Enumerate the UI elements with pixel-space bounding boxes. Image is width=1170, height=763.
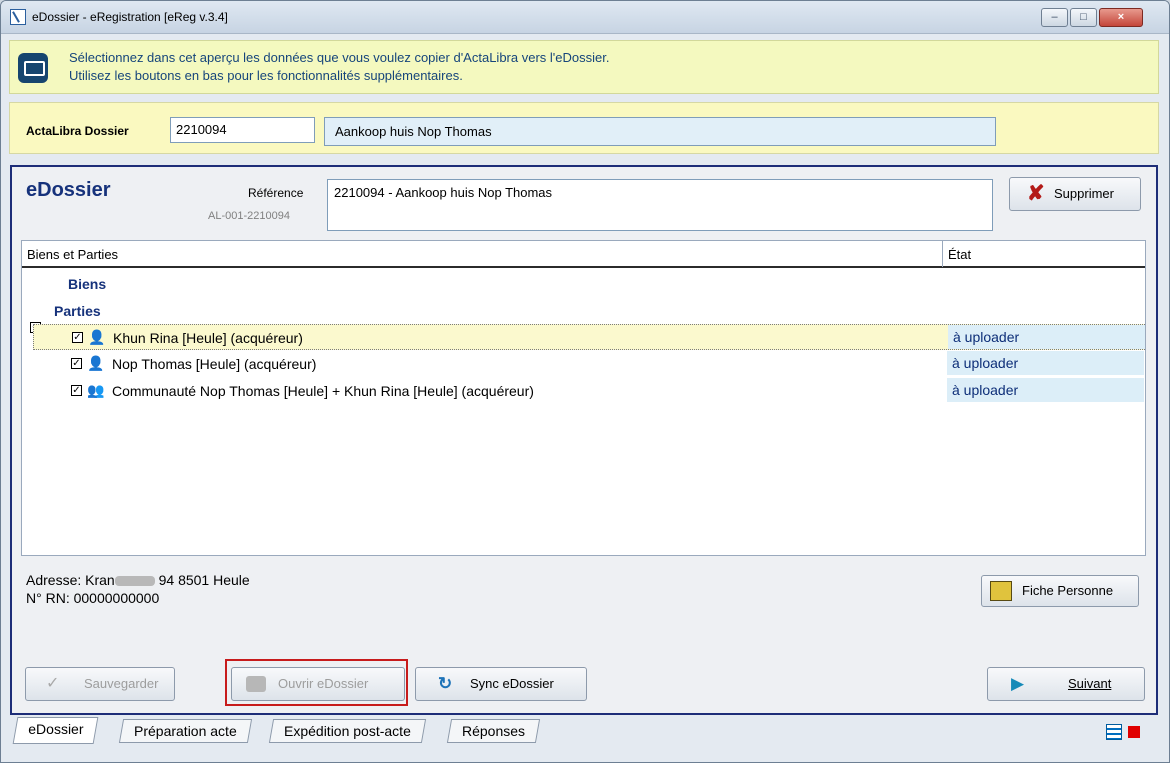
main-window: eDossier - eRegistration [eReg v.3.4] – … <box>0 0 1170 763</box>
column-header-state[interactable]: État <box>948 247 971 262</box>
delete-label: Supprimer <box>1054 186 1114 201</box>
tab-label: Expédition post-acte <box>284 723 411 739</box>
person-details: Adresse: Kran 94 8501 Heule N° RN: 00000… <box>21 560 1146 650</box>
play-icon: ▶ <box>1011 674 1025 693</box>
row-label: Nop Thomas [Heule] (acquéreur) <box>112 356 317 372</box>
tree-node-parties[interactable]: Parties <box>54 303 101 319</box>
title-bar: eDossier - eRegistration [eReg v.3.4] – … <box>1 1 1169 34</box>
next-button[interactable]: ▶ Suivant <box>987 667 1145 701</box>
address-suffix: 94 8501 Heule <box>154 572 250 588</box>
app-icon <box>10 9 26 25</box>
panel-title: eDossier <box>26 179 111 201</box>
delete-icon: ✘ <box>1027 182 1045 205</box>
address-text: Adresse: Kran 94 8501 Heule <box>26 572 250 588</box>
open-edossier-button[interactable]: Ouvrir eDossier <box>231 667 405 701</box>
person-record-button[interactable]: Fiche Personne <box>981 575 1139 607</box>
info-line-1: Sélectionnez dans cet aperçu les données… <box>69 50 610 65</box>
tree-row-party-1[interactable]: ✓ 👤 Khun Rina [Heule] (acquéreur) à uplo… <box>33 324 1145 350</box>
person-record-label: Fiche Personne <box>1022 583 1114 598</box>
maximize-button[interactable]: □ <box>1070 8 1097 27</box>
save-label: Sauvegarder <box>84 676 159 691</box>
row-state: à uploader <box>948 325 1145 349</box>
row-label: Khun Rina [Heule] (acquéreur) <box>113 330 303 346</box>
close-button[interactable]: × <box>1099 8 1143 27</box>
column-header-items[interactable]: Biens et Parties <box>27 247 118 262</box>
open-label: Ouvrir eDossier <box>278 676 369 691</box>
row-state: à uploader <box>947 378 1144 402</box>
checkbox[interactable]: ✓ <box>71 385 82 396</box>
row-state: à uploader <box>947 351 1144 375</box>
info-banner: Sélectionnez dans cet aperçu les données… <box>9 40 1159 94</box>
dossier-title-field: Aankoop huis Nop Thomas 🗁 <box>324 117 996 146</box>
refresh-icon: ↻ <box>438 674 453 693</box>
status-indicator-icon <box>1128 726 1140 738</box>
save-button[interactable]: ✓ Sauvegarder <box>25 667 175 701</box>
checkbox[interactable]: ✓ <box>72 332 83 343</box>
tab-label: eDossier <box>28 721 84 737</box>
dossier-title-text: Aankoop huis Nop Thomas <box>335 124 492 139</box>
row-label: Communauté Nop Thomas [Heule] + Khun Rin… <box>112 383 534 399</box>
column-separator <box>942 241 943 267</box>
delete-button[interactable]: ✘ Supprimer <box>1009 177 1141 211</box>
tree-row-party-3[interactable]: ✓ 👥 Communauté Nop Thomas [Heule] + Khun… <box>33 378 1145 404</box>
checkbox[interactable]: ✓ <box>71 358 82 369</box>
info-line-2: Utilisez les boutons en bas pour les fon… <box>69 68 463 83</box>
bottom-tabs: eDossier Préparation acte Expédition pos… <box>9 716 1161 744</box>
national-number: N° RN: 00000000000 <box>26 590 160 606</box>
person-card-icon <box>990 581 1012 601</box>
tab-preparation-acte[interactable]: Préparation acte <box>118 719 252 743</box>
person-icon: 👤 <box>88 329 106 345</box>
check-icon: ✓ <box>46 675 60 692</box>
reference-input[interactable]: 2210094 - Aankoop huis Nop Thomas <box>327 179 993 231</box>
couple-icon: 👥 <box>87 382 105 398</box>
redacted-street <box>114 576 155 587</box>
sync-edossier-button[interactable]: ↻ Sync eDossier <box>415 667 587 701</box>
list-icon[interactable] <box>1106 724 1122 740</box>
inbox-icon <box>246 676 266 692</box>
actalibra-dossier-label: ActaLibra Dossier <box>26 124 129 138</box>
tab-label: Préparation acte <box>134 723 237 739</box>
reference-label: Référence <box>248 186 304 200</box>
tab-expedition-post-acte[interactable]: Expédition post-acte <box>268 719 426 743</box>
address-prefix: Adresse: Kran <box>26 572 115 588</box>
tab-label: Réponses <box>462 723 526 739</box>
minimize-button[interactable]: – <box>1041 8 1068 27</box>
person-icon: 👤 <box>87 355 105 371</box>
actalibra-dossier-bar: ActaLibra Dossier 2210094 Aankoop huis N… <box>9 102 1159 154</box>
tab-edossier[interactable]: eDossier <box>12 717 99 744</box>
tree-node-biens[interactable]: Biens <box>68 276 106 292</box>
window-title: eDossier - eRegistration [eReg v.3.4] <box>32 10 228 24</box>
next-label: Suivant <box>1068 676 1112 691</box>
tab-reponses[interactable]: Réponses <box>446 719 541 743</box>
sync-label: Sync eDossier <box>470 676 554 691</box>
items-tree[interactable]: Biens et Parties État Biens − Parties ✓ … <box>21 240 1146 556</box>
tree-row-party-2[interactable]: ✓ 👤 Nop Thomas [Heule] (acquéreur) à upl… <box>33 351 1145 377</box>
edossier-panel: eDossier Référence AL-001-2210094 221009… <box>10 165 1158 715</box>
inbox-icon <box>18 53 48 83</box>
reference-code: AL-001-2210094 <box>208 210 290 222</box>
dossier-number-input[interactable]: 2210094 <box>170 117 315 143</box>
tree-header: Biens et Parties État <box>22 241 1145 268</box>
